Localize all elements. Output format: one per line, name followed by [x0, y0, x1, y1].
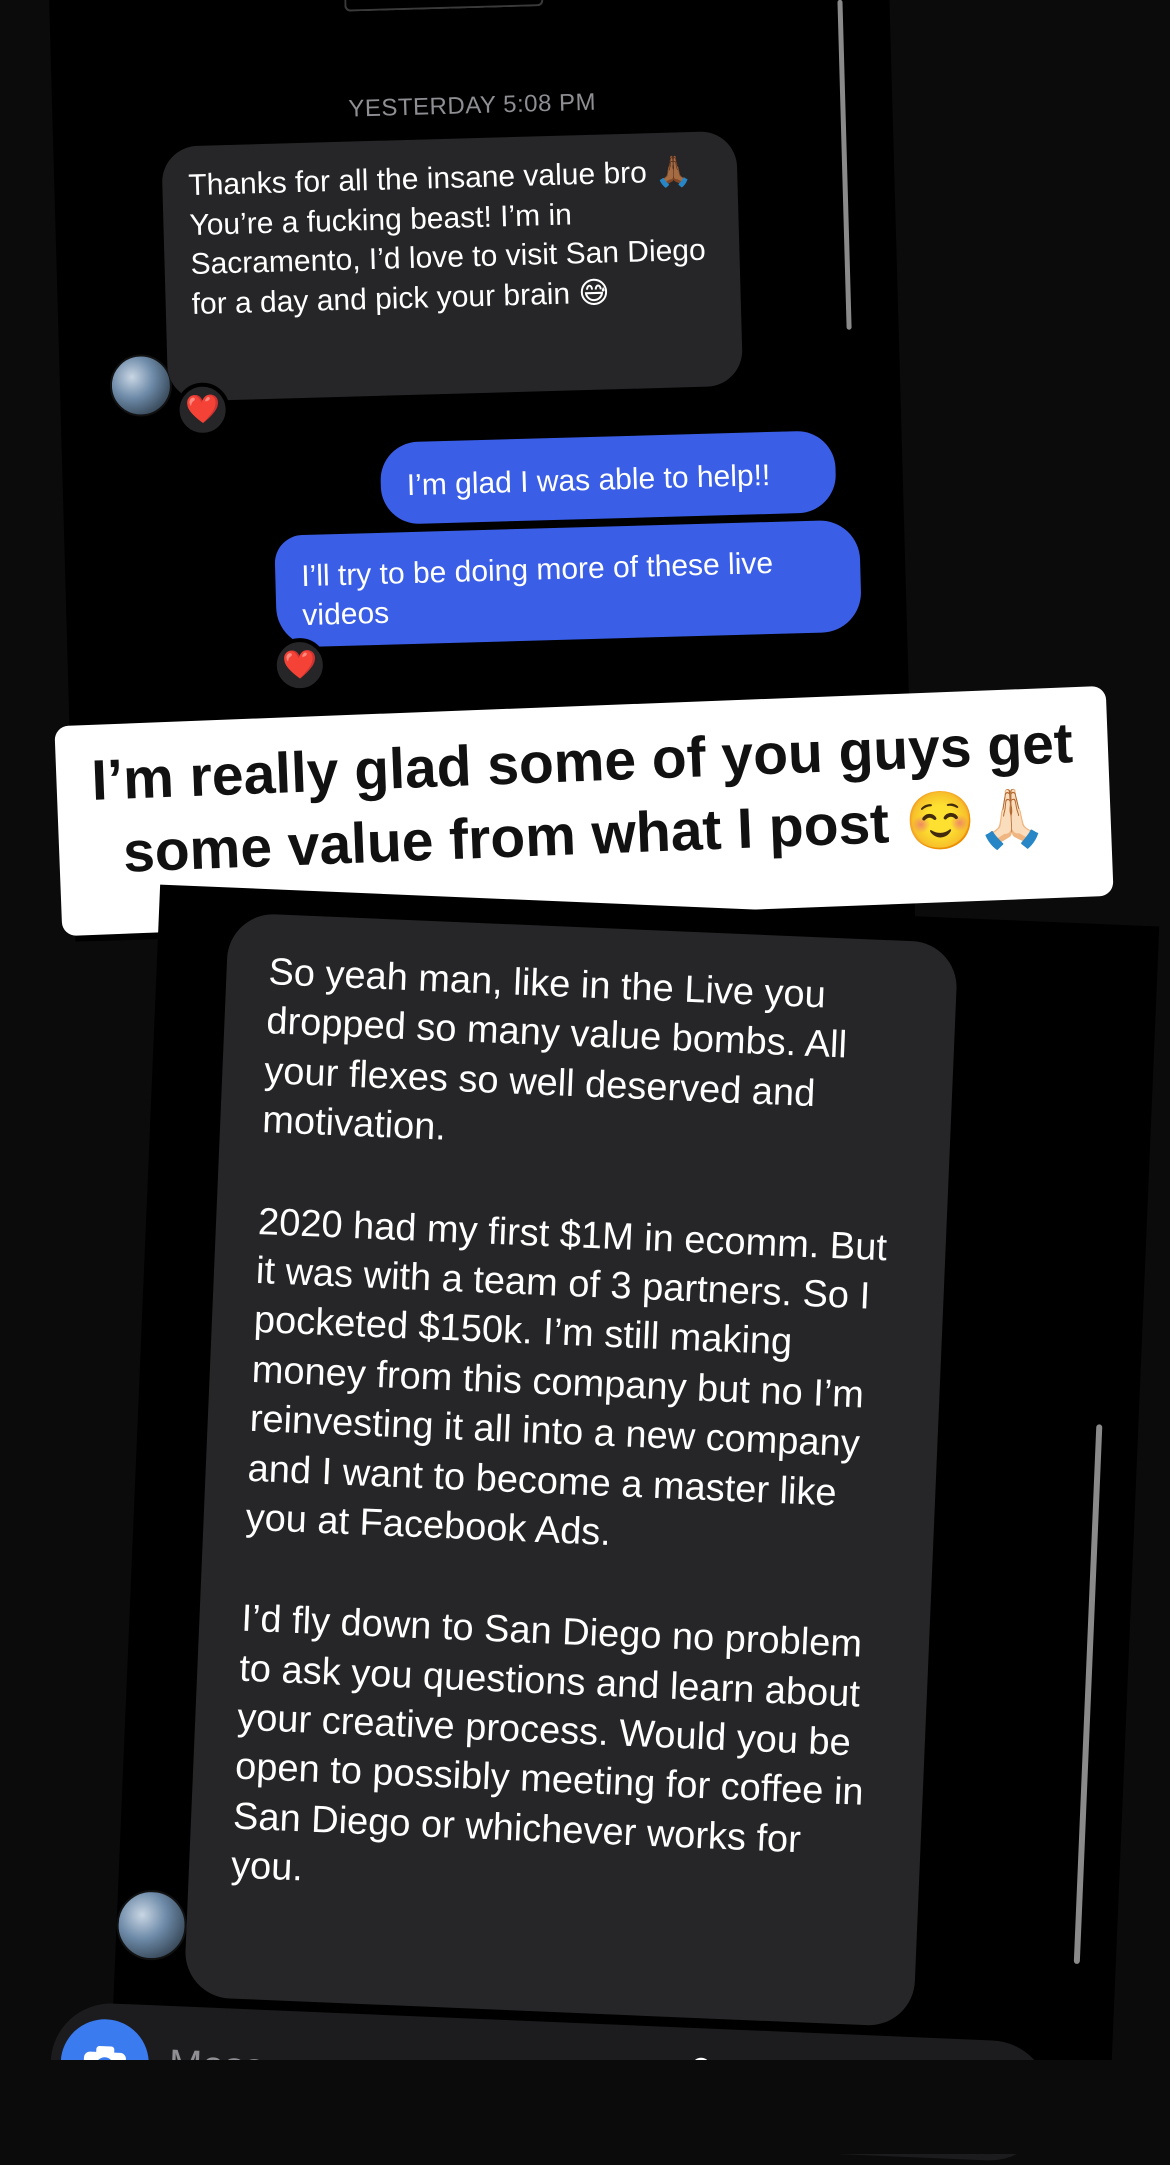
avatar[interactable] — [109, 354, 173, 418]
outgoing-message[interactable]: I’m glad I was able to help!! — [380, 430, 837, 525]
incoming-message-text: Thanks for all the insane value bro 🙏🏾 Y… — [188, 155, 706, 321]
top-notch — [344, 0, 543, 12]
heart-icon: ❤️ — [185, 395, 221, 424]
message-paragraph: 2020 had my first $1M in ecomm. But it w… — [245, 1198, 907, 1571]
bottom-background — [0, 2060, 1170, 2154]
outgoing-message-text: I’m glad I was able to help!! — [406, 459, 770, 502]
incoming-message[interactable]: So yeah man, like in the Live you droppe… — [184, 912, 959, 2027]
outgoing-message[interactable]: I’ll try to be doing more of these live … — [274, 520, 862, 648]
heart-reaction[interactable]: ❤️ — [175, 382, 230, 437]
heart-icon: ❤️ — [282, 651, 318, 680]
outgoing-message-text: I’ll try to be doing more of these live … — [301, 547, 774, 632]
incoming-message[interactable]: Thanks for all the insane value bro 🙏🏾 Y… — [161, 131, 743, 402]
scrollbar[interactable] — [1074, 1424, 1103, 1964]
message-timestamp: YESTERDAY 5:08 PM — [52, 80, 892, 131]
caption-emoji: ☺️🙏🏻 — [904, 785, 1048, 854]
heart-reaction[interactable]: ❤️ — [272, 637, 327, 692]
message-paragraph: I’d fly down to San Diego no problem to … — [230, 1595, 890, 1918]
message-paragraph: So yeah man, like in the Live you droppe… — [261, 948, 917, 1173]
screenshot-bottom: So yeah man, like in the Live you droppe… — [111, 885, 1160, 2106]
avatar[interactable] — [115, 1889, 188, 1962]
scrollbar[interactable] — [837, 0, 851, 330]
